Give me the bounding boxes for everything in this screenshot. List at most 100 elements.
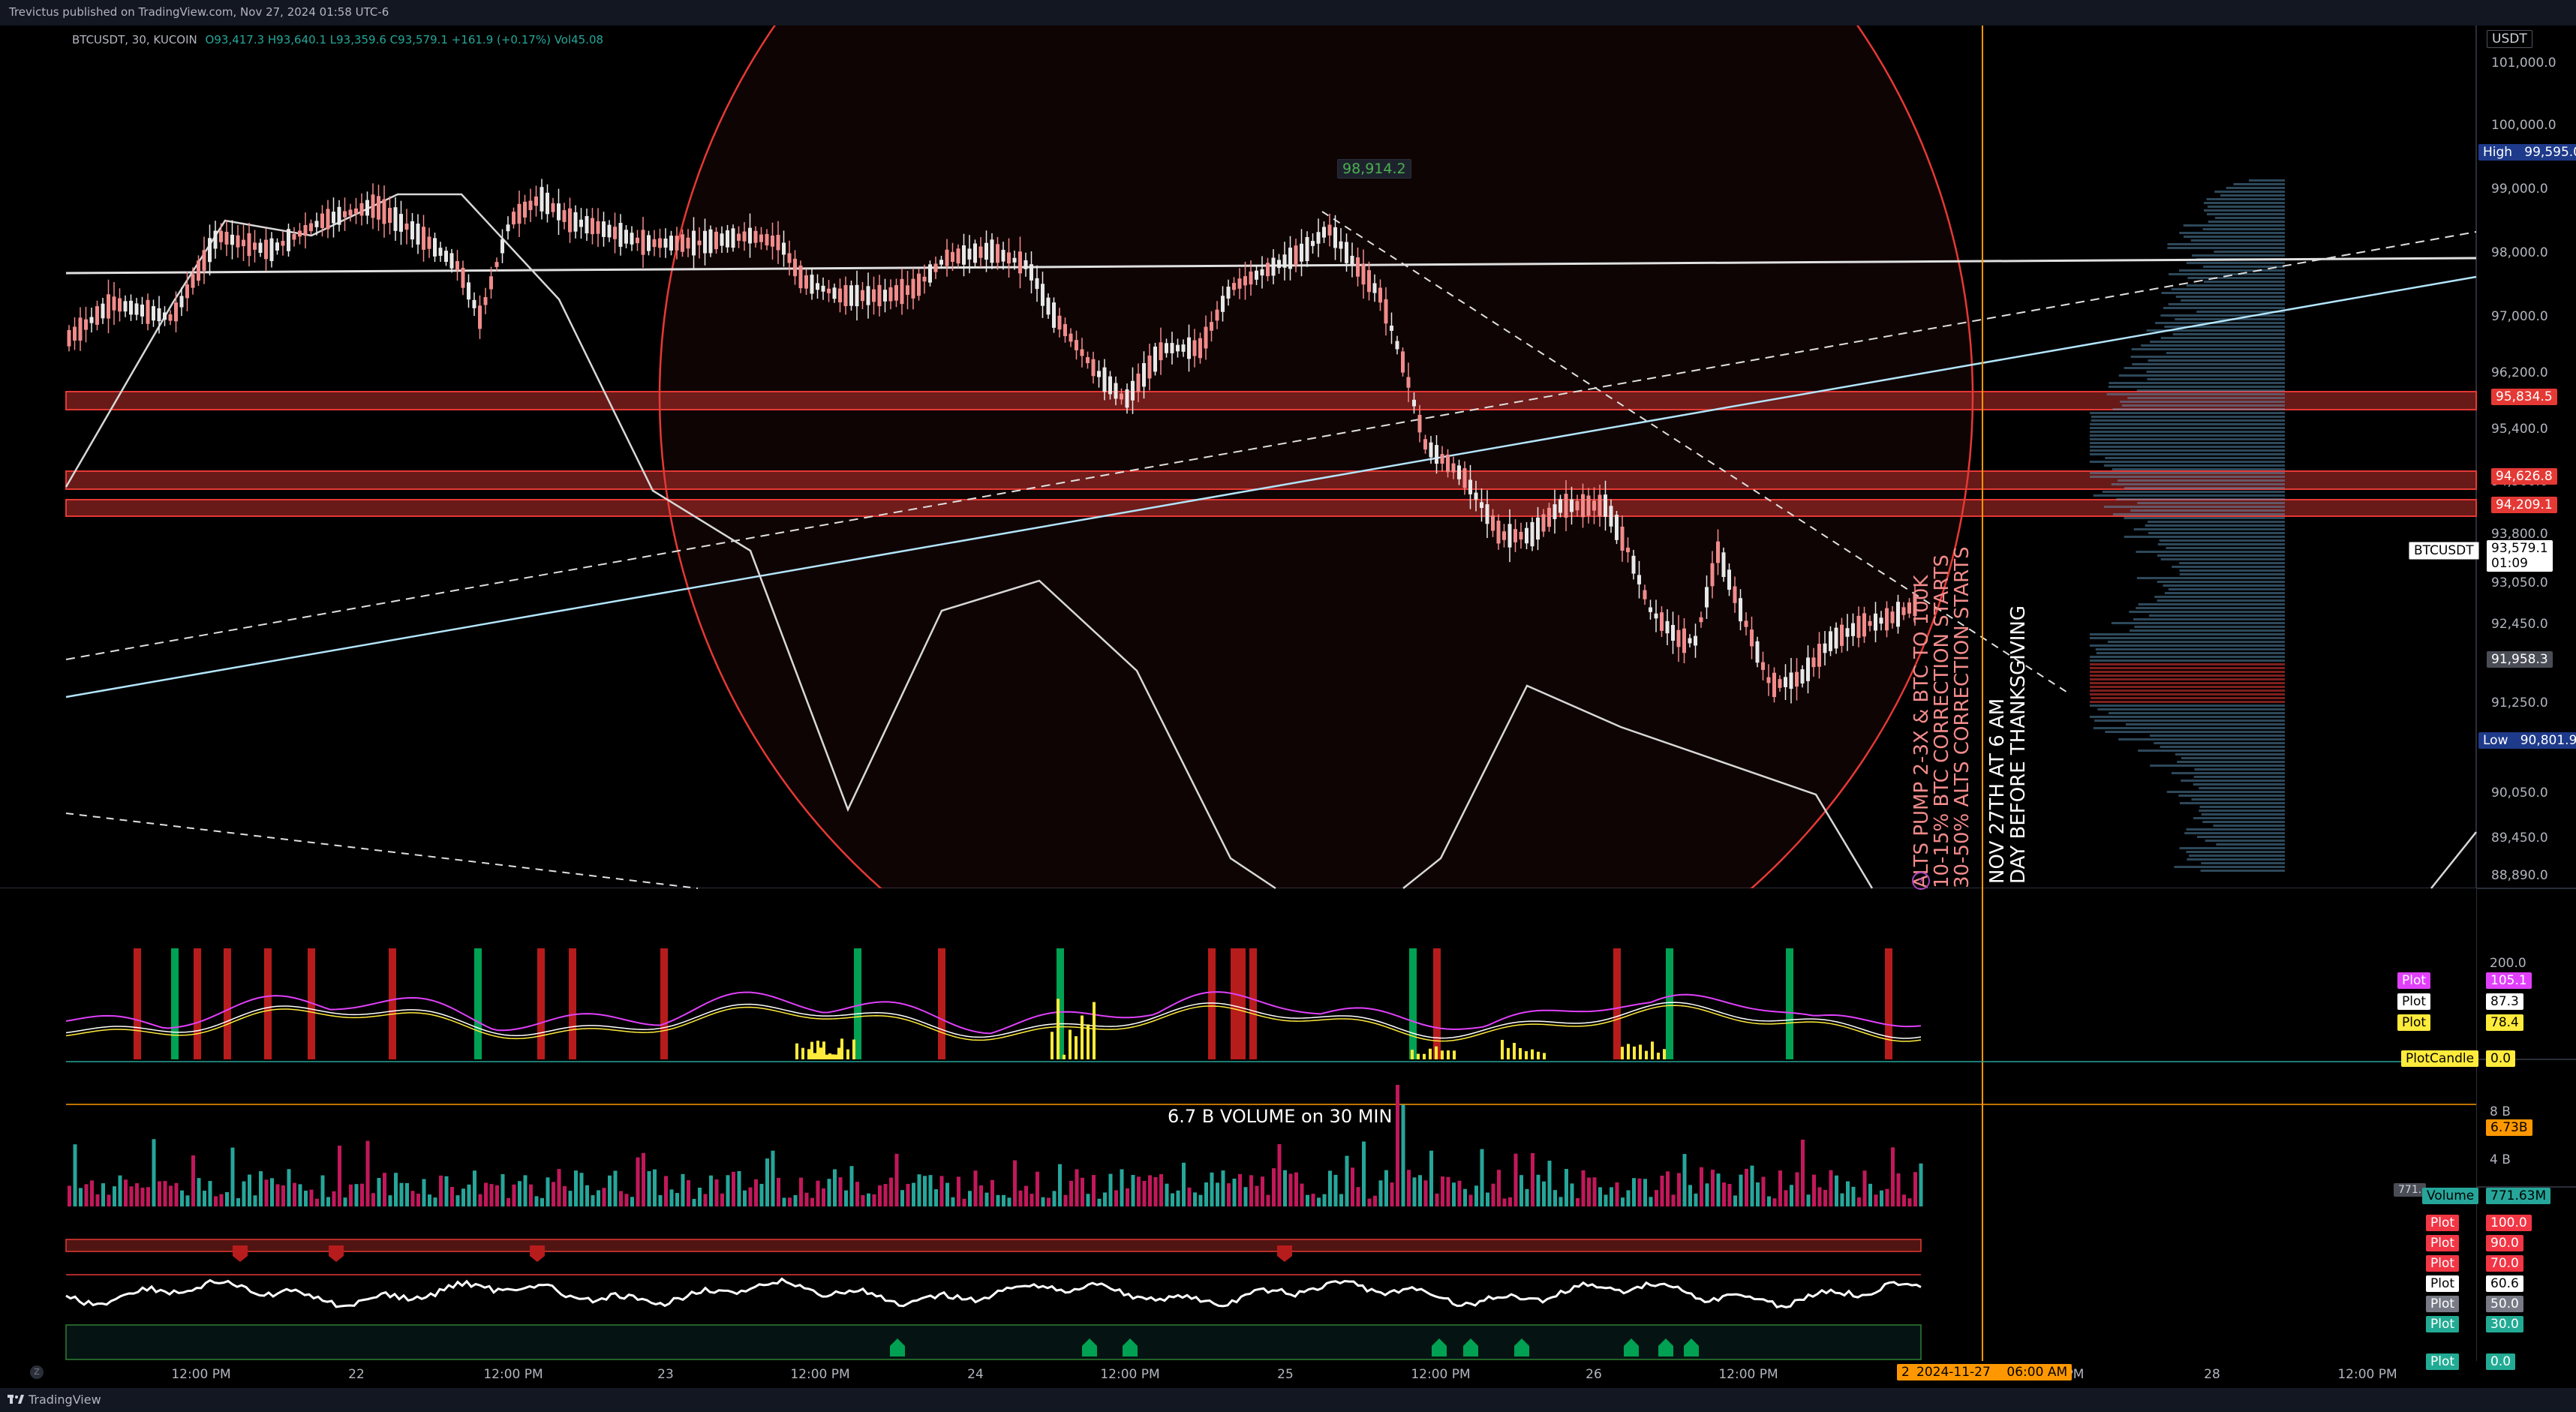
volume-bar (1745, 1168, 1748, 1206)
volume-bar (1756, 1182, 1760, 1206)
ind2-plot-badge: Plot (2426, 1316, 2460, 1332)
volume-bar (945, 1182, 949, 1206)
candle-body (348, 209, 353, 216)
ind1-candle-value: 0.0 (2486, 1050, 2516, 1067)
candle-body (641, 230, 645, 255)
candle-body (1221, 296, 1225, 312)
candle-body (1327, 224, 1332, 236)
profile-bar (2189, 855, 2285, 857)
volume-bar (968, 1191, 972, 1206)
volume-bar (1862, 1170, 1867, 1206)
candle-body (731, 228, 735, 248)
price-tick-label: 93,800.0 (2491, 527, 2548, 542)
volume-bar (1339, 1194, 1343, 1206)
ind1-plot2-badge: Plot (2397, 993, 2431, 1010)
profile-bar (2125, 723, 2285, 726)
chart-area[interactable]: BTCUSDT, 30, KUCOIN O93,417.3 H93,640.1 … (0, 26, 2576, 1388)
volume-bar (1868, 1183, 1872, 1206)
volume-bar (1210, 1172, 1214, 1206)
candle-body (1581, 494, 1585, 518)
candle-body (1806, 657, 1810, 681)
candle-body (872, 289, 876, 302)
volume-bar (422, 1179, 426, 1206)
candle-body (1694, 635, 1697, 646)
volume-bar (1435, 1193, 1439, 1206)
chart-canvas[interactable] (0, 26, 2576, 1388)
volume-bar (675, 1193, 679, 1206)
volume-bar (1525, 1188, 1529, 1206)
profile-bar (2124, 487, 2285, 489)
price-tick-label: 95,400.0 (2491, 422, 2548, 437)
volume-bar (726, 1175, 730, 1206)
candle-body (179, 296, 184, 308)
volume-bar (1086, 1194, 1090, 1206)
profile-bar (2127, 397, 2285, 399)
volume-bar (90, 1180, 94, 1206)
profile-bar (2205, 840, 2285, 842)
profile-bar (2090, 682, 2285, 684)
profile-bar (2193, 817, 2285, 819)
candle-body (1766, 677, 1771, 683)
profile-bar (2136, 551, 2285, 553)
candle-body (1784, 677, 1787, 687)
candle-body (1215, 309, 1219, 321)
candle-body (1198, 338, 1202, 359)
timezone-icon[interactable]: Z (30, 1365, 44, 1379)
candle-body (534, 196, 538, 206)
volume-bar (1857, 1197, 1861, 1206)
profile-bar (2148, 614, 2285, 617)
candle-body (146, 299, 150, 324)
volume-bar (563, 1185, 567, 1206)
volume-bar (1772, 1198, 1777, 1206)
profile-bar (2163, 307, 2285, 309)
profile-bar (2090, 704, 2285, 707)
volume-bar (248, 1174, 251, 1206)
profile-bar (2138, 603, 2285, 605)
candle-body (883, 290, 887, 302)
volume-bar (1902, 1194, 1906, 1206)
candle-body (1654, 613, 1658, 619)
volume-bar (169, 1185, 173, 1206)
plotcandle-bar (1519, 1047, 1522, 1059)
volume-bar (343, 1197, 347, 1206)
candle-body (152, 306, 155, 321)
volume-bar (79, 1188, 83, 1206)
time-axis[interactable]: 12:00 PM 22 12:00 PM 23 12:00 PM 24 12:00 PM 25… (0, 1361, 2476, 1388)
lightning-icon[interactable]: ⚡ (1912, 872, 1930, 890)
candle-body (1367, 270, 1371, 293)
profile-bar (2090, 667, 2285, 669)
candle-body (494, 262, 499, 267)
ind2-plot-badge: Plot (2426, 1235, 2460, 1251)
candle-body (1271, 257, 1276, 276)
ind1-plot1-value: 105.1 (2486, 972, 2532, 989)
candle-body (1541, 514, 1546, 532)
volume-bar (1378, 1180, 1383, 1206)
volume-bar (174, 1182, 179, 1206)
volume-bar (653, 1169, 657, 1206)
candle-body (303, 224, 308, 236)
volume-bar (630, 1197, 634, 1206)
volume-bar (1576, 1197, 1580, 1206)
footer-brand: TradingView (29, 1392, 101, 1407)
profile-bar (2090, 674, 2285, 677)
volume-bar (669, 1189, 674, 1206)
volume-bar (1587, 1177, 1591, 1206)
candle-body (1187, 337, 1191, 359)
candle-body (1901, 607, 1906, 615)
volume-bar (1114, 1190, 1118, 1206)
candle-body (782, 242, 786, 255)
countdown: 01:09 (2491, 556, 2528, 571)
volume-bar (416, 1193, 420, 1206)
profile-bar (2214, 191, 2285, 193)
candle-body (416, 224, 420, 245)
ind2-plot-value: 30.0 (2486, 1316, 2523, 1332)
volume-bar (275, 1184, 280, 1206)
volume-bar (951, 1197, 955, 1206)
volume-bar (979, 1185, 983, 1206)
volume-bar (765, 1158, 769, 1206)
plotcandle-bar (1423, 1053, 1426, 1059)
volume-bar (1002, 1194, 1005, 1206)
currency-label[interactable]: USDT (2487, 30, 2532, 48)
alts-line-3: 30-50% ALTS CORRECTION STARTS (1951, 546, 1973, 888)
plotcandle-bar (807, 1049, 810, 1059)
